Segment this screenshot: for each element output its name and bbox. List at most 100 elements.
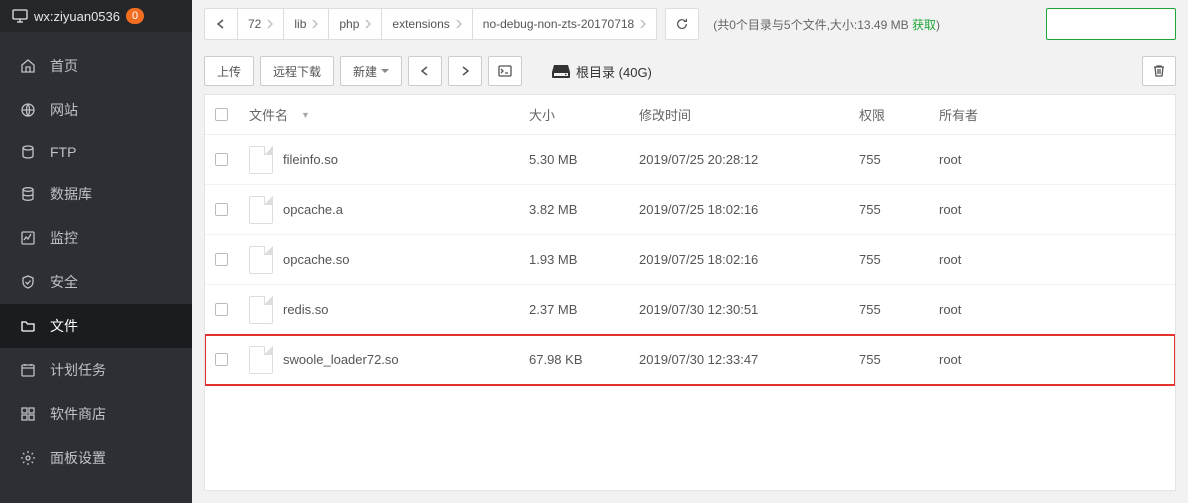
main-area: 72 lib php extensionsno-debug-non-zts-20170… [192, 0, 1188, 503]
sidebar-item-gear[interactable]: 面板设置 [0, 436, 192, 480]
nav-list: 首页网站 FTP 数据库监控安全文件计划任务软件商店面板设置 [0, 44, 192, 480]
chevron-down-icon [381, 67, 389, 75]
shield-icon [20, 274, 36, 290]
sidebar-item-ftp[interactable]: FTP [0, 132, 192, 172]
sidebar-item-label: 首页 [50, 56, 78, 76]
remote-download-button[interactable]: 远程下载 [260, 56, 334, 86]
sidebar-item-label: 文件 [50, 316, 78, 336]
file-time: 2019/07/25 20:28:12 [639, 152, 859, 167]
file-name: redis.so [283, 302, 329, 317]
info-suffix: ) [936, 18, 940, 32]
file-time: 2019/07/30 12:30:51 [639, 302, 859, 317]
col-name-label: 文件名 [249, 105, 288, 124]
new-button[interactable]: 新建 [340, 56, 402, 86]
sidebar-item-label: 计划任务 [50, 360, 106, 380]
sidebar-item-database[interactable]: 数据库 [0, 172, 192, 216]
file-name: swoole_loader72.so [283, 352, 399, 367]
breadcrumb-label: php [339, 17, 359, 31]
file-icon [249, 246, 273, 274]
account-title: wx:ziyuan0536 [34, 9, 120, 24]
file-icon [249, 146, 273, 174]
file-owner: root [939, 302, 1165, 317]
globe-icon [20, 102, 36, 118]
back-arrow-button[interactable] [408, 56, 442, 86]
computer-icon [12, 8, 28, 24]
sidebar-header: wx:ziyuan0536 0 [0, 0, 192, 32]
breadcrumb-segment[interactable]: no-debug-non-zts-20170718 [473, 9, 656, 39]
row-checkbox[interactable] [215, 253, 228, 266]
sidebar-item-globe[interactable]: 网站 [0, 88, 192, 132]
new-button-label: 新建 [353, 63, 377, 80]
file-panel: 文件名 ▼ 大小 修改时间 权限 所有者 fileinfo.so5.30 MB2… [204, 94, 1176, 491]
sidebar-item-label: 网站 [50, 100, 78, 120]
fetch-link[interactable]: 获取 [912, 18, 936, 32]
col-header-name[interactable]: 文件名 ▼ [249, 105, 529, 124]
breadcrumb-segment[interactable]: php [329, 9, 382, 39]
file-icon [249, 296, 273, 324]
file-owner: root [939, 252, 1165, 267]
home-icon [20, 58, 36, 74]
notification-badge[interactable]: 0 [126, 8, 144, 24]
file-row[interactable]: fileinfo.so5.30 MB2019/07/25 20:28:12755… [205, 135, 1175, 185]
sidebar-item-folder[interactable]: 文件 [0, 304, 192, 348]
file-perm: 755 [859, 202, 939, 217]
breadcrumb-segment[interactable]: lib [284, 9, 329, 39]
ftp-icon [20, 144, 36, 160]
file-row[interactable]: opcache.a 3.82 MB2019/07/25 18:02:16755ro… [205, 185, 1175, 235]
row-checkbox[interactable] [215, 153, 228, 166]
breadcrumb-segment[interactable]: extensions [382, 9, 472, 39]
file-time: 2019/07/25 18:02:16 [639, 202, 859, 217]
file-size: 3.82 MB [529, 202, 639, 217]
row-checkbox[interactable] [215, 303, 228, 316]
sidebar-item-shield[interactable]: 安全 [0, 260, 192, 304]
terminal-button[interactable] [488, 56, 522, 86]
gear-icon [20, 450, 36, 466]
col-header-owner[interactable]: 所有者 [939, 105, 1165, 124]
sidebar-item-apps[interactable]: 软件商店 [0, 392, 192, 436]
col-header-size[interactable]: 大小 [529, 105, 639, 124]
col-header-perm[interactable]: 权限 [859, 105, 939, 124]
sidebar-item-monitor[interactable]: 监控 [0, 216, 192, 260]
directory-info: (共0个目录与5个文件,大小:13.49 MB 获取) [713, 16, 940, 33]
file-icon [249, 196, 273, 224]
file-name: fileinfo.so [283, 152, 338, 167]
file-table-header: 文件名 ▼ 大小 修改时间 权限 所有者 [205, 95, 1175, 135]
row-checkbox[interactable] [215, 353, 228, 366]
row-checkbox[interactable] [215, 203, 228, 216]
search-input[interactable] [1046, 8, 1176, 40]
trash-button[interactable] [1142, 56, 1176, 86]
file-name: opcache.so [283, 252, 350, 267]
file-size: 5.30 MB [529, 152, 639, 167]
file-owner: root [939, 202, 1165, 217]
monitor-icon [20, 230, 36, 246]
calendar-icon [20, 362, 36, 378]
back-button[interactable] [205, 9, 238, 39]
database-icon [20, 186, 36, 202]
refresh-button[interactable] [665, 8, 699, 40]
file-perm: 755 [859, 252, 939, 267]
file-name: opcache.a [283, 202, 343, 217]
sidebar-item-label: 数据库 [50, 184, 92, 204]
sidebar-item-label: 软件商店 [50, 404, 106, 424]
file-perm: 755 [859, 352, 939, 367]
select-all-checkbox[interactable] [215, 108, 228, 121]
col-header-time[interactable]: 修改时间 [639, 105, 859, 124]
sidebar-item-home[interactable]: 首页 [0, 44, 192, 88]
breadcrumb-segment[interactable]: 72 [238, 9, 284, 39]
breadcrumb-row: 72 lib php extensionsno-debug-non-zts-20170… [192, 0, 1188, 48]
forward-arrow-button[interactable] [448, 56, 482, 86]
file-size: 1.93 MB [529, 252, 639, 267]
sidebar-item-label: 面板设置 [50, 448, 106, 468]
apps-icon [20, 406, 36, 422]
root-dir[interactable]: 根目录 (40G) [552, 62, 652, 81]
file-row[interactable]: redis.so2.37 MB2019/07/30 12:30:51755roo… [205, 285, 1175, 335]
breadcrumb-label: lib [294, 17, 306, 31]
upload-button[interactable]: 上传 [204, 56, 254, 86]
file-row[interactable]: opcache.so1.93 MB2019/07/25 18:02:16755r… [205, 235, 1175, 285]
sidebar-item-calendar[interactable]: 计划任务 [0, 348, 192, 392]
file-row[interactable]: swoole_loader72.so67.98 KB2019/07/30 12:… [205, 335, 1175, 385]
file-owner: root [939, 352, 1165, 367]
breadcrumb-label: 72 [248, 17, 261, 31]
sort-caret-icon: ▼ [301, 110, 310, 120]
folder-icon [20, 318, 36, 334]
